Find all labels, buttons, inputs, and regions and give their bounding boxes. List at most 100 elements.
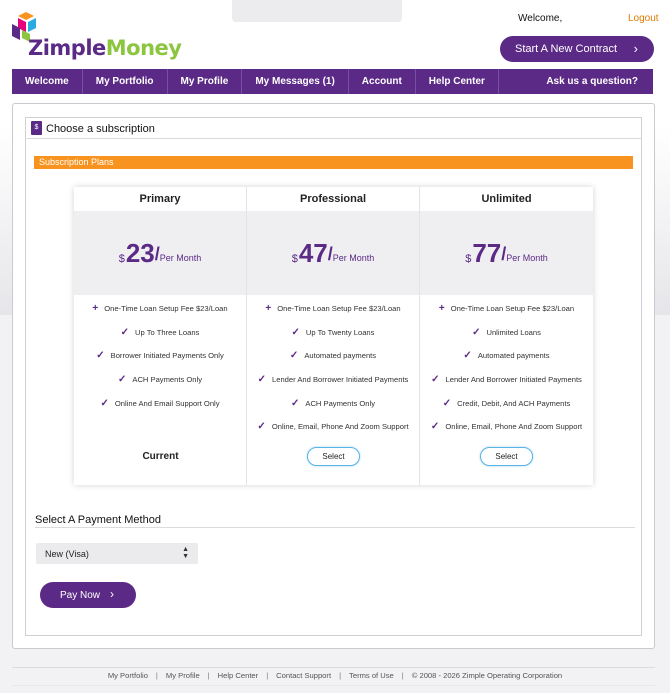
feature-text: Up To Twenty Loans <box>305 327 375 337</box>
feature-list: + One-Time Loan Setup Fee $23/Loan ✓ Up To … <box>247 295 419 439</box>
price-period: Per Month <box>159 253 202 263</box>
plan-name: Professional <box>299 193 367 205</box>
nav-item-help-center[interactable]: Help Center <box>416 69 499 94</box>
nav-item-my-profile[interactable]: My Profile <box>168 69 243 94</box>
select-unlimited-button[interactable]: Select <box>480 446 533 466</box>
plan-name: Primary <box>139 193 181 205</box>
price-currency: $ <box>465 253 472 265</box>
feature-item: ✓ Unlimited Loans <box>420 321 593 345</box>
footer: My Portfolio | My Profile | Help Center | Cont… <box>0 671 670 680</box>
feature-item: ✓ Online And Email Support Only <box>74 391 246 415</box>
footer-separator: | <box>207 671 210 680</box>
plan-primary: Primary $ 23 / Per Month + One-Time Loan … <box>74 187 247 485</box>
feature-item: ✓ Borrower Initiated Payments Only <box>74 344 246 368</box>
feature-item: ✓ Automated payments <box>420 344 593 368</box>
price-period: Per Month <box>332 253 375 263</box>
checkmark-icon: ✓ <box>463 350 472 362</box>
plan-price: $ 23 / Per Month <box>74 211 246 295</box>
plan-name: Unlimited <box>481 193 532 205</box>
ask-question-link[interactable]: Ask us a question? <box>531 76 653 87</box>
feature-text: Lender And Borrower Initiated Payments <box>272 375 409 385</box>
footer-separator: | <box>155 671 158 680</box>
payment-method-title: Select A Payment Method <box>35 514 161 526</box>
feature-item: ✓ ACH Payments Only <box>74 368 246 392</box>
feature-text: One-Time Loan Setup Fee $23/Loan <box>277 304 401 314</box>
checkmark-icon: ✓ <box>117 374 127 386</box>
card-title: Choose a subscription <box>46 123 155 135</box>
checkmark-icon: ✓ <box>289 350 299 362</box>
footer-link-terms-of-use[interactable]: Terms of Use <box>349 671 394 680</box>
footer-link-my-profile[interactable]: My Profile <box>166 671 200 680</box>
select-arrows-icon: ▲ ▼ <box>182 546 189 560</box>
price-amount: 23 <box>125 237 155 268</box>
logo-wordmark: ZimpleMoney <box>28 36 182 60</box>
top-blurred-bar <box>232 0 402 22</box>
checkmark-icon: ✓ <box>431 374 440 386</box>
chevron-right-icon: › <box>110 587 114 601</box>
feature-item: ✓ ACH Payments Only <box>247 391 419 415</box>
checkmark-icon: ✓ <box>291 326 300 338</box>
feature-item: ✓ Up To Three Loans <box>74 321 246 345</box>
pay-now-label: Pay Now <box>60 589 101 601</box>
plan-action: Select <box>420 445 593 467</box>
feature-item: ✓ Credit, Debit, And ACH Payments <box>420 391 593 415</box>
footer-link-my-portfolio[interactable]: My Portfolio <box>108 671 148 680</box>
feature-text: Online, Email, Phone And Zoom Support <box>271 422 409 432</box>
feature-item: ✓ Lender And Borrower Initiated Payments <box>420 368 593 392</box>
feature-item: + One-Time Loan Setup Fee $23/Loan <box>247 297 419 321</box>
plan-unlimited: Unlimited $ 77 / Per Month + One-Time Loa… <box>420 187 593 485</box>
checkmark-icon: ✓ <box>442 397 452 409</box>
select-professional-button[interactable]: Select <box>307 446 360 466</box>
start-new-contract-button[interactable]: Start A New Contract › <box>500 36 654 62</box>
logo-zimple: Zimple <box>28 36 106 60</box>
main-nav: Welcome My Portfolio My Profile My Messa… <box>12 69 653 94</box>
price-currency: $ <box>118 253 125 265</box>
nav-item-welcome[interactable]: Welcome <box>12 69 83 94</box>
nav-item-my-messages[interactable]: My Messages (1) <box>242 69 349 94</box>
checkmark-icon: ✓ <box>257 374 267 386</box>
footer-link-help-center[interactable]: Help Center <box>218 671 259 680</box>
subscription-plans-bar: Subscription Plans <box>34 156 633 169</box>
payment-method-value: New (Visa) <box>45 548 89 559</box>
plan-action: Select <box>247 445 420 467</box>
nav-item-account[interactable]: Account <box>349 69 416 94</box>
footer-copyright: © 2008 - 2026 Zimple Operating Corporati… <box>411 671 563 680</box>
price-amount: 77 <box>472 237 502 268</box>
checkmark-icon: ✓ <box>257 421 266 433</box>
price-period: Per Month <box>506 253 548 263</box>
checkmark-icon: ✓ <box>100 397 109 409</box>
feature-text: One-Time Loan Setup Fee $23/Loan <box>450 304 575 314</box>
payment-method-select[interactable]: New (Visa) ▲ ▼ <box>36 543 198 564</box>
start-new-contract-label: Start A New Contract <box>515 43 618 55</box>
footer-link-contact-support[interactable]: Contact Support <box>276 671 331 680</box>
feature-item: ✓ Online, Email, Phone And Zoom Support <box>420 415 593 439</box>
feature-text: Borrower Initiated Payments Only <box>110 351 224 361</box>
footer-separator: | <box>401 671 404 680</box>
feature-text: Up To Three Loans <box>135 327 200 337</box>
footer-separator: | <box>266 671 269 680</box>
feature-item: ✓ Automated payments <box>247 344 419 368</box>
nav-item-my-portfolio[interactable]: My Portfolio <box>83 69 168 94</box>
checkmark-icon: ✓ <box>120 326 130 338</box>
footer-divider-bottom <box>12 685 655 686</box>
plus-icon: + <box>438 303 445 315</box>
price-currency: $ <box>291 253 298 265</box>
price-amount: 47 <box>298 237 328 268</box>
feature-item: ✓ Online, Email, Phone And Zoom Support <box>247 415 419 439</box>
feature-text: Unlimited Loans <box>486 327 541 337</box>
chevron-right-icon: › <box>633 41 638 56</box>
feature-text: Automated payments <box>304 351 377 361</box>
welcome-text: Welcome, <box>518 13 563 24</box>
feature-text: Lender And Borrower Initiated Payments <box>445 375 582 385</box>
feature-text: One-Time Loan Setup Fee $23/Loan <box>104 304 228 314</box>
document-dollar-icon: $ <box>31 121 42 135</box>
footer-separator: | <box>339 671 342 680</box>
footer-divider <box>12 667 655 668</box>
feature-item: ✓ Up To Twenty Loans <box>247 321 419 345</box>
logout-link[interactable]: Logout <box>628 13 659 24</box>
plan-price: $ 77 / Per Month <box>420 211 593 295</box>
feature-item: ✓ Lender And Borrower Initiated Payments <box>247 368 419 392</box>
pay-now-button[interactable]: Pay Now › <box>40 582 136 608</box>
feature-item: + One-Time Loan Setup Fee $23/Loan <box>420 297 593 321</box>
checkmark-icon: ✓ <box>472 326 481 338</box>
